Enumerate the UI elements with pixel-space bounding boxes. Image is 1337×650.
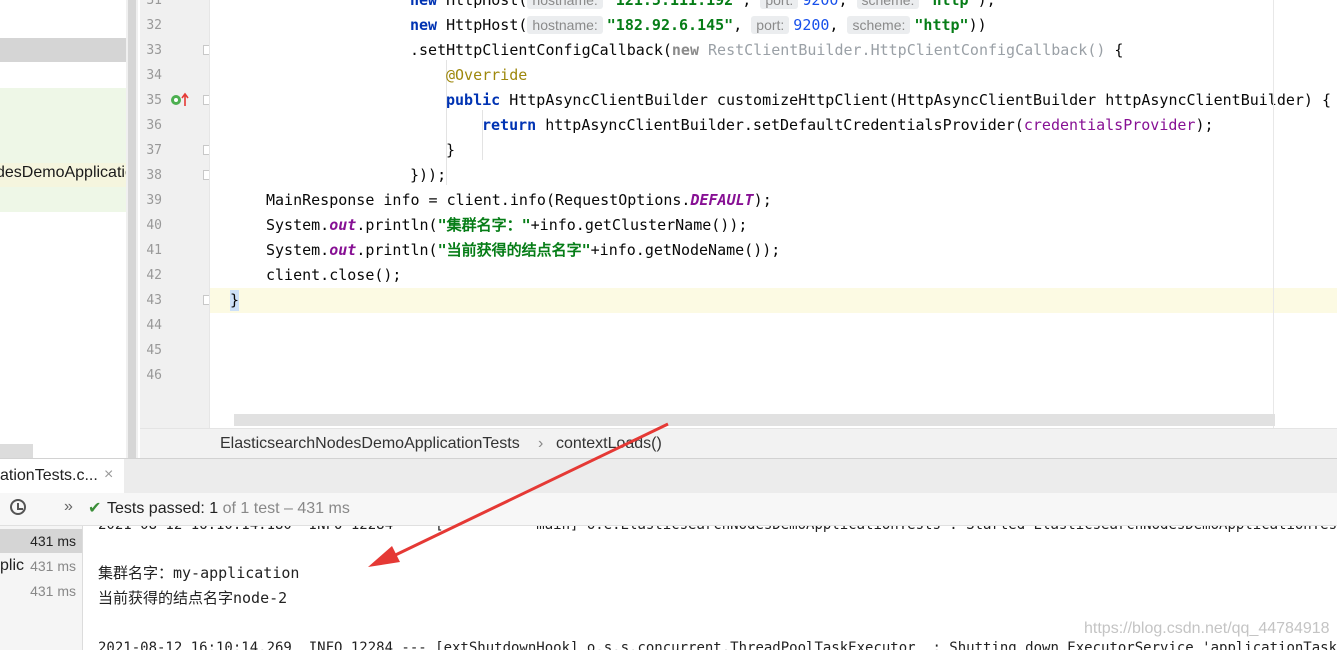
annotation-arrow — [368, 422, 669, 567]
